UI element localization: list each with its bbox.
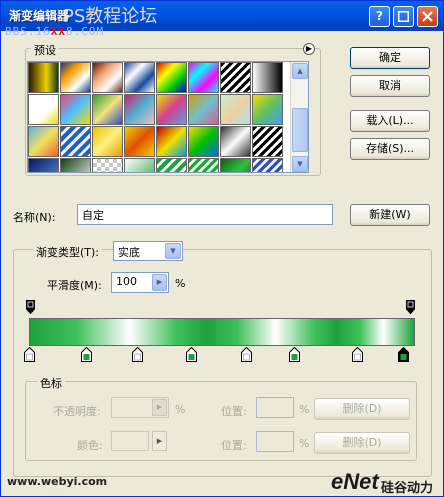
save-button[interactable]: 存储(S)...: [350, 138, 430, 160]
preset-swatch[interactable]: [156, 158, 187, 172]
close-icon: [422, 11, 433, 22]
color-stop-green[interactable]: [289, 347, 300, 362]
color-stop-green[interactable]: [186, 347, 197, 362]
color-stop-white[interactable]: [132, 347, 143, 362]
preset-swatch[interactable]: [28, 126, 59, 157]
color-stop-white[interactable]: [241, 347, 252, 362]
preset-swatch[interactable]: [28, 62, 59, 93]
new-button[interactable]: 新建(W): [350, 204, 430, 226]
preset-swatch[interactable]: [220, 158, 251, 172]
preset-swatch[interactable]: [28, 158, 59, 172]
preset-swatch[interactable]: [252, 62, 283, 93]
preset-swatch[interactable]: [156, 126, 187, 157]
chevron-down-icon[interactable]: ▼: [165, 243, 181, 259]
preset-swatch[interactable]: [60, 126, 91, 157]
presets-label: 预设: [31, 42, 59, 58]
delete-opacity-stop-button[interactable]: 删除(D): [314, 398, 410, 420]
scroll-thumb[interactable]: [292, 108, 308, 152]
preset-swatch[interactable]: [220, 126, 251, 157]
color-stop-green[interactable]: [81, 347, 92, 362]
close-button[interactable]: [417, 6, 438, 27]
maximize-button[interactable]: [393, 6, 414, 27]
footer-watermark-cn: 硅谷动力: [381, 481, 434, 496]
preset-swatch[interactable]: [60, 94, 91, 125]
preset-swatch[interactable]: [188, 126, 219, 157]
delete-color-stop-button[interactable]: 删除(D): [314, 432, 410, 454]
preset-swatch[interactable]: [252, 94, 283, 125]
opacity-stop-right[interactable]: [406, 300, 415, 314]
footer-watermark-left: www.webyi.com: [7, 475, 108, 488]
preset-swatch[interactable]: [92, 94, 123, 125]
preset-swatch[interactable]: [156, 62, 187, 93]
opacity-location-label: 位置:: [221, 405, 247, 418]
cancel-button[interactable]: 取消: [350, 75, 430, 97]
footer-watermark-brand: eNet: [331, 469, 379, 494]
gradient-type-label: 渐变类型(T):: [33, 244, 103, 260]
preset-swatch[interactable]: [188, 94, 219, 125]
scroll-up-icon[interactable]: ▲: [292, 63, 308, 79]
name-input[interactable]: 自定: [77, 204, 333, 225]
name-label: 名称(N):: [13, 211, 56, 224]
watermark-url: BBS.16XX8.COM: [5, 25, 105, 38]
preset-swatch[interactable]: [60, 62, 91, 93]
slider-arrow-icon[interactable]: ▶: [152, 274, 167, 291]
preset-swatch[interactable]: [188, 62, 219, 93]
smoothness-label: 平滑度(M):: [47, 279, 102, 292]
preset-swatch[interactable]: [220, 62, 251, 93]
preset-swatch[interactable]: [252, 126, 283, 157]
ok-button[interactable]: 确定: [350, 47, 430, 69]
color-stop-white[interactable]: [352, 347, 363, 362]
window-title: 渐变编辑器: [9, 9, 70, 23]
presets-menu-arrow-icon[interactable]: ▶: [303, 43, 315, 55]
preset-swatch[interactable]: [60, 158, 91, 172]
preset-swatch[interactable]: [124, 158, 155, 172]
presets-grid[interactable]: ▲ ▼: [27, 61, 309, 173]
presets-scrollbar[interactable]: ▲ ▼: [290, 62, 308, 172]
preset-swatch[interactable]: [92, 126, 123, 157]
preset-swatch[interactable]: [220, 94, 251, 125]
color-location-unit: %: [299, 437, 310, 450]
opacity-label: 不透明度:: [53, 405, 101, 418]
smoothness-unit: %: [175, 277, 186, 290]
opacity-input[interactable]: ▶: [111, 397, 169, 418]
help-button[interactable]: ?: [369, 6, 390, 27]
preset-swatch[interactable]: [92, 62, 123, 93]
opacity-unit: %: [175, 403, 186, 416]
color-swatch[interactable]: [111, 431, 149, 451]
color-stop-white[interactable]: [24, 347, 35, 362]
preset-swatch[interactable]: [188, 158, 219, 172]
opacity-location-input[interactable]: [256, 397, 294, 418]
color-arrow-icon[interactable]: ▶: [152, 431, 167, 451]
preset-swatch[interactable]: [28, 94, 59, 125]
preset-swatch[interactable]: [124, 126, 155, 157]
maximize-icon: [397, 10, 410, 23]
scroll-down-icon[interactable]: ▼: [292, 156, 308, 172]
slider-arrow-icon[interactable]: ▶: [152, 399, 167, 416]
gradient-type-select[interactable]: 实底 ▼: [113, 241, 183, 261]
preset-swatch[interactable]: [124, 94, 155, 125]
opacity-stop-left[interactable]: [26, 300, 35, 314]
color-stops-label: 色标: [37, 375, 65, 391]
gradient-editor-dialog: 渐变编辑器 PS教程论坛 ? BBS.16XX8.COM 预设 ▶ ▲ ▼ 确定…: [0, 0, 444, 497]
color-location-input[interactable]: [256, 431, 294, 452]
smoothness-input[interactable]: 100 ▶: [111, 272, 169, 293]
preset-swatch[interactable]: [252, 158, 283, 172]
preset-swatch[interactable]: [92, 158, 123, 172]
gradient-preview-bar[interactable]: [29, 318, 415, 346]
color-label: 颜色:: [77, 439, 103, 452]
preset-swatch[interactable]: [156, 94, 187, 125]
opacity-location-unit: %: [299, 403, 310, 416]
load-button[interactable]: 载入(L)...: [350, 110, 430, 132]
color-location-label: 位置:: [221, 439, 247, 452]
color-stop-green-selected[interactable]: [398, 347, 409, 362]
preset-swatch[interactable]: [124, 62, 155, 93]
